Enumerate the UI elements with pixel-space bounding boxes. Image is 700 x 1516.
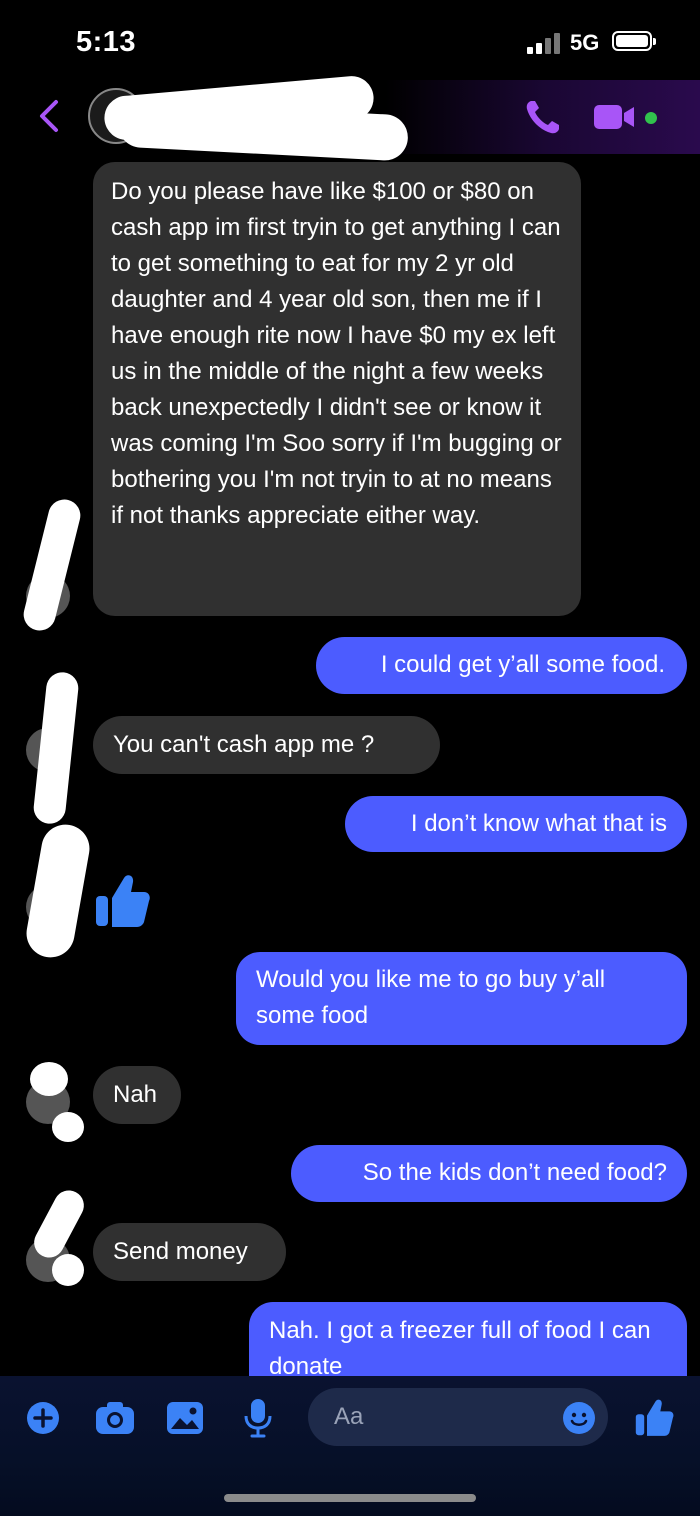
- message-text: Do you please have like $100 or $80 on c…: [111, 178, 562, 529]
- message-incoming[interactable]: Send money: [93, 1223, 286, 1281]
- message-incoming[interactable]: Do you please have like $100 or $80 on c…: [93, 162, 581, 616]
- camera-icon[interactable]: [95, 1401, 135, 1435]
- battery-icon: [612, 31, 656, 51]
- status-time: 5:13: [76, 26, 137, 58]
- message-incoming[interactable]: Nah: [93, 1066, 181, 1124]
- emoji-icon[interactable]: [562, 1401, 596, 1435]
- microphone-icon[interactable]: [243, 1398, 273, 1438]
- avatar-redaction: [22, 820, 94, 962]
- message-text: I could get y’all some food.: [380, 651, 665, 678]
- thumbs-up-icon[interactable]: [94, 870, 150, 930]
- message-outgoing[interactable]: I don’t know what that is: [345, 796, 687, 852]
- signal-strength-icon: [527, 30, 565, 54]
- online-status-dot: [645, 112, 657, 124]
- conversation-header: [0, 74, 700, 162]
- message-text: Would you like me to go buy y’all some f…: [256, 966, 606, 1029]
- message-outgoing[interactable]: I could get y’all some food.: [316, 637, 687, 694]
- message-text: You can't cash app me ?: [113, 731, 375, 758]
- plus-icon[interactable]: [26, 1401, 60, 1435]
- message-incoming[interactable]: You can't cash app me ?: [93, 716, 440, 774]
- avatar-redaction: [20, 496, 84, 634]
- avatar-redaction: [32, 670, 80, 826]
- message-text: Nah: [113, 1081, 158, 1108]
- message-outgoing[interactable]: Would you like me to go buy y’all some f…: [236, 952, 687, 1045]
- phone-icon[interactable]: [522, 96, 564, 138]
- status-bar: 5:13 5G: [0, 0, 700, 80]
- message-text: I don’t know what that is: [410, 810, 667, 837]
- video-camera-icon[interactable]: [592, 100, 638, 134]
- thumbs-up-icon[interactable]: [634, 1396, 674, 1438]
- message-text: Nah. I got a freezer full of food I can …: [269, 1317, 651, 1380]
- network-type: 5G: [570, 30, 600, 55]
- message-text: Send money: [113, 1238, 248, 1265]
- back-chevron-icon[interactable]: [34, 96, 64, 136]
- message-outgoing[interactable]: So the kids don’t need food?: [291, 1145, 687, 1202]
- message-text: So the kids don’t need food?: [362, 1159, 667, 1186]
- image-icon[interactable]: [166, 1401, 204, 1435]
- home-indicator[interactable]: [224, 1494, 476, 1502]
